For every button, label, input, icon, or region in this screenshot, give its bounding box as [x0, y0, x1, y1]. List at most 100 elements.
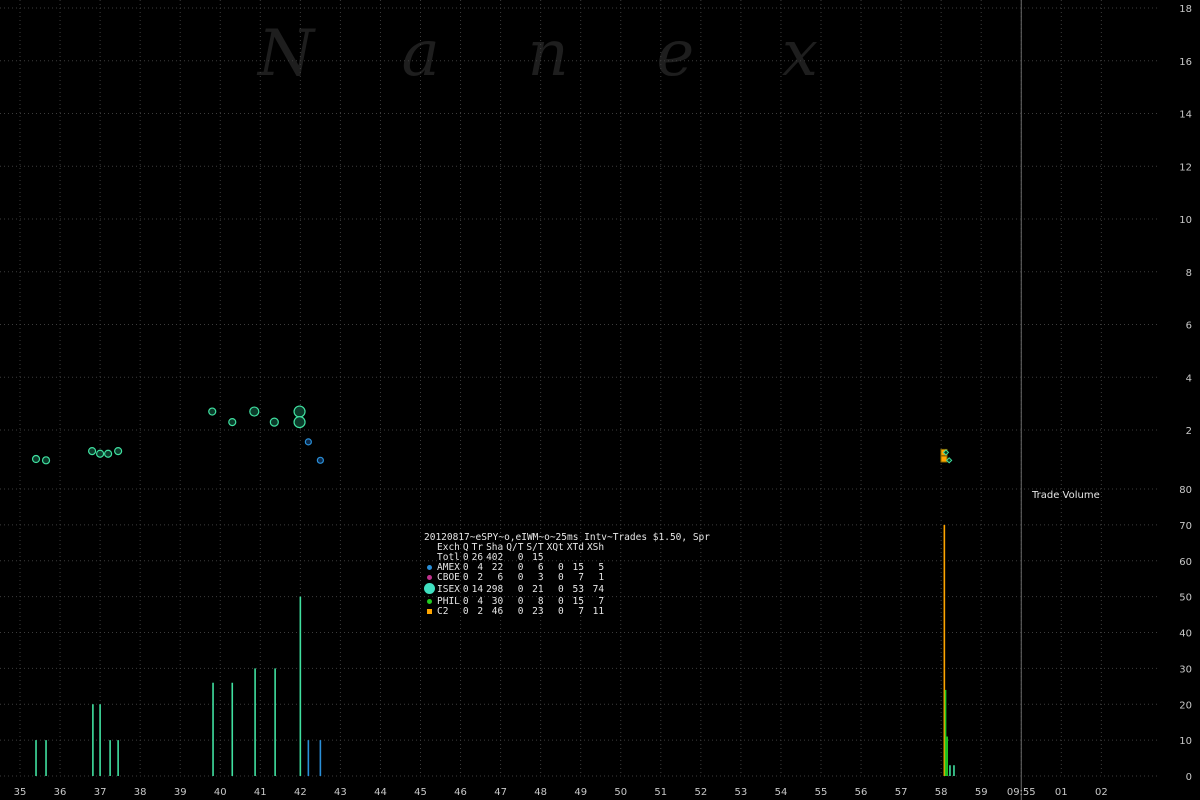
legend-cell: 23: [532, 606, 544, 617]
legend-cell: 14: [471, 584, 484, 595]
trade-point: [95, 449, 105, 458]
volume-tick-label: 50: [1179, 593, 1192, 604]
legend-cell: 2: [477, 572, 484, 583]
legend-swatch: [424, 563, 435, 573]
volume-tick-label: 0: [1186, 772, 1192, 783]
x-tick-label: 43: [334, 787, 347, 798]
volume-tick-label: 40: [1179, 629, 1192, 640]
price-volume-chart: N a n e x 35 36 37 38 39 40 41 42 43 44 45 46 47 48 49…: [0, 0, 1192, 800]
price-tick-label: 4: [1186, 373, 1192, 384]
x-tick-label: 59: [975, 787, 988, 798]
legend-cell: 2: [477, 606, 484, 617]
legend-cell: 0: [462, 584, 469, 595]
legend-cell: 0: [558, 572, 564, 583]
trade-point: [293, 405, 306, 418]
legend-cell: 21: [532, 584, 544, 595]
x-tick-label: 46: [454, 787, 467, 798]
legend-row: C2 0 2 46 0 23 0 7 11: [424, 607, 604, 617]
trade-point: [940, 455, 948, 463]
x-tick-label: 02: [1095, 787, 1108, 798]
legend-row: PHIL 0 4 30 0 8 0 15 7: [424, 597, 604, 607]
x-tick-label: 49: [574, 787, 587, 798]
legend-row: ISEX 0 14 298 0 21 0 53 74: [424, 583, 604, 597]
x-tick-label: 40: [214, 787, 227, 798]
x-tick-label: 01: [1055, 787, 1068, 798]
square-marker-icon: [427, 609, 432, 614]
x-tick-label: 53: [735, 787, 748, 798]
dot-marker-icon: [427, 575, 432, 580]
x-tick-label: 56: [855, 787, 868, 798]
x-tick-label: 50: [614, 787, 627, 798]
trade-point: [249, 406, 260, 417]
x-tick-label: 45: [414, 787, 427, 798]
trade-point: [208, 407, 217, 416]
price-tick-label: 12: [1179, 162, 1192, 173]
x-tick-label: 36: [54, 787, 67, 798]
legend-cell: ISEX: [437, 584, 460, 595]
legend-swatch: [424, 553, 435, 563]
volume-axis-ticks: 0 10 20 30 40 50 60 70 80: [1179, 485, 1192, 783]
dot-marker-icon: [424, 583, 435, 594]
volume-title: Trade Volume: [1031, 490, 1100, 501]
x-tick-label: 09:55: [1007, 787, 1036, 798]
legend-cell: 53: [572, 584, 584, 595]
price-tick-label: 18: [1179, 4, 1192, 15]
x-tick-label: 54: [775, 787, 788, 798]
x-tick-label: 51: [654, 787, 667, 798]
trade-point: [31, 454, 41, 464]
price-tick-label: 2: [1186, 426, 1192, 437]
trade-point: [87, 447, 97, 456]
legend-cell: C2: [437, 606, 449, 617]
x-tick-label: 38: [134, 787, 147, 798]
legend-cell: 0: [517, 606, 524, 617]
x-tick-label: 44: [374, 787, 387, 798]
x-tick-label: 37: [94, 787, 107, 798]
legend-cell: 0: [462, 606, 469, 617]
x-tick-label: 42: [294, 787, 307, 798]
legend-cell: 0: [558, 584, 564, 595]
legend-cell: CBOE: [437, 572, 460, 583]
volume-tick-label: 30: [1179, 664, 1192, 675]
trade-point: [293, 415, 306, 429]
trade-point: [304, 438, 312, 446]
legend-cell: 1: [598, 572, 605, 583]
trade-point: [41, 456, 51, 465]
x-tick-label: 35: [14, 787, 27, 798]
legend-swatch: [424, 583, 435, 597]
trade-point: [316, 456, 324, 464]
legend-cell: 7: [578, 606, 584, 617]
trade-point: [228, 417, 237, 427]
x-tick-label: 57: [895, 787, 908, 798]
volume-tick-label: 10: [1179, 736, 1192, 747]
legend-cell: 11: [592, 606, 605, 617]
legend-cell: 0: [462, 572, 469, 583]
legend-cell: 3: [537, 572, 544, 583]
price-tick-label: 16: [1179, 57, 1192, 68]
volume-tick-label: 80: [1179, 485, 1192, 496]
legend-swatch: [424, 597, 435, 607]
grid: [0, 0, 1160, 800]
legend-cell: 0: [517, 584, 524, 595]
legend: 20120817~eSPY~o,eIWM~o~25ms Intv~Trades …: [424, 533, 710, 617]
volume-tick-label: 70: [1179, 521, 1192, 532]
legend-cell: 6: [497, 572, 504, 583]
x-tick-label: 47: [494, 787, 507, 798]
price-tick-label: 14: [1179, 110, 1192, 121]
volume-tick-label: 20: [1179, 700, 1192, 711]
legend-cell: 0: [517, 572, 524, 583]
legend-swatch: [424, 573, 435, 583]
price-tick-label: 10: [1179, 215, 1192, 226]
legend-cell: 298: [486, 584, 504, 595]
x-axis-ticks: 35 36 37 38 39 40 41 42 43 44 45 46 47 48 49 50 51 52 53 54…: [14, 787, 1108, 798]
x-tick-label: 39: [174, 787, 187, 798]
dot-marker-icon: [427, 565, 432, 570]
trade-point: [114, 447, 123, 456]
dot-marker-icon: [427, 599, 432, 604]
x-tick-label: 55: [815, 787, 828, 798]
x-tick-label: 58: [935, 787, 948, 798]
trade-point: [269, 417, 279, 427]
legend-row: CBOE 0 2 6 0 3 0 7 1: [424, 573, 604, 583]
x-tick-label: 52: [694, 787, 707, 798]
legend-swatch: [424, 607, 435, 617]
legend-cell: 0: [558, 606, 564, 617]
